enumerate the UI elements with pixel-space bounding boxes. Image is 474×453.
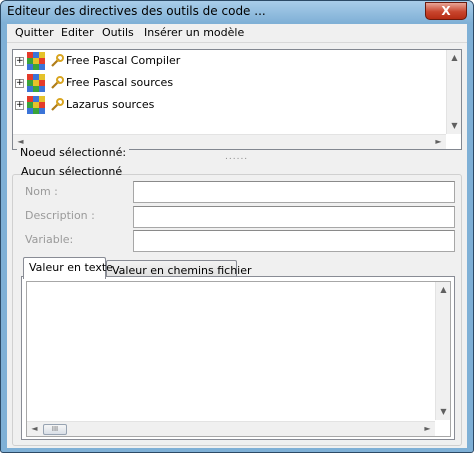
tree-item-free-pascal-sources[interactable]: + Free Pascal sources <box>13 73 433 94</box>
scroll-up-icon[interactable]: ▲ <box>447 53 462 63</box>
expand-icon[interactable]: + <box>15 79 24 88</box>
value-text-area[interactable]: ▲ ▼ ◄ III ► <box>26 281 451 437</box>
client-area: Quitter Editer Outils Insérer un modèle … <box>7 24 467 448</box>
tree-item-label: Free Pascal sources <box>66 76 174 89</box>
splitter-grip-icon: ...... <box>225 152 249 162</box>
group-caption: Noeud sélectionné: <box>17 146 130 159</box>
selection-status: Aucun sélectionné <box>21 165 123 178</box>
memo-horizontal-scrollbar[interactable]: ◄ III ► <box>27 421 435 436</box>
expand-icon[interactable]: + <box>15 101 24 110</box>
scroll-up-icon[interactable]: ▲ <box>436 285 451 295</box>
scroll-down-icon[interactable]: ▼ <box>436 407 451 417</box>
menu-inserer-modele[interactable]: Insérer un modèle <box>144 26 244 39</box>
variable-field[interactable] <box>133 230 455 252</box>
memo-vertical-scrollbar[interactable]: ▲ ▼ <box>435 282 450 420</box>
scroll-right-icon[interactable]: ► <box>420 424 435 434</box>
menu-editer[interactable]: Editer <box>61 26 94 39</box>
title-bar[interactable]: Editeur des directives des outils de cod… <box>1 1 473 23</box>
package-cube-icon <box>27 52 46 71</box>
menu-outils[interactable]: Outils <box>102 26 134 39</box>
name-field[interactable] <box>133 181 455 203</box>
tab-panel: ▲ ▼ ◄ III ► <box>21 276 455 440</box>
expand-icon[interactable]: + <box>15 57 24 66</box>
tree-item-label: Lazarus sources <box>66 98 155 111</box>
wrench-icon <box>51 76 64 89</box>
scroll-down-icon[interactable]: ▼ <box>447 121 462 131</box>
close-button[interactable]: X <box>425 2 467 20</box>
editor-window: Editeur des directives des outils de cod… <box>0 0 474 453</box>
scroll-right-icon[interactable]: ► <box>431 137 446 147</box>
close-icon: X <box>441 4 451 18</box>
tree-item-free-pascal-compiler[interactable]: + Free Pascal Compiler <box>13 51 433 72</box>
wrench-icon <box>51 54 64 67</box>
package-cube-icon <box>27 96 46 115</box>
description-field[interactable] <box>133 206 455 228</box>
tree-vertical-scrollbar[interactable]: ▲ ▼ <box>446 50 461 134</box>
directives-tree[interactable]: + Free Pascal Compiler + Free Pascal sou… <box>12 49 462 150</box>
tree-item-label: Free Pascal Compiler <box>66 54 181 67</box>
scroll-thumb[interactable]: III <box>43 424 67 435</box>
variable-label: Variable: <box>25 233 74 246</box>
scroll-left-icon[interactable]: ◄ <box>27 424 42 434</box>
name-label: Nom : <box>25 185 58 198</box>
tab-valeur-texte[interactable]: Valeur en texte <box>23 257 113 279</box>
menu-bar: Quitter Editer Outils Insérer un modèle <box>7 24 467 43</box>
package-cube-icon <box>27 74 46 93</box>
wrench-icon <box>51 98 64 111</box>
tree-item-lazarus-sources[interactable]: + Lazarus sources <box>13 95 433 116</box>
window-title: Editeur des directives des outils de cod… <box>7 4 266 18</box>
tab-label: Valeur en texte <box>29 261 113 274</box>
menu-quitter[interactable]: Quitter <box>15 26 54 39</box>
description-label: Description : <box>25 209 95 222</box>
